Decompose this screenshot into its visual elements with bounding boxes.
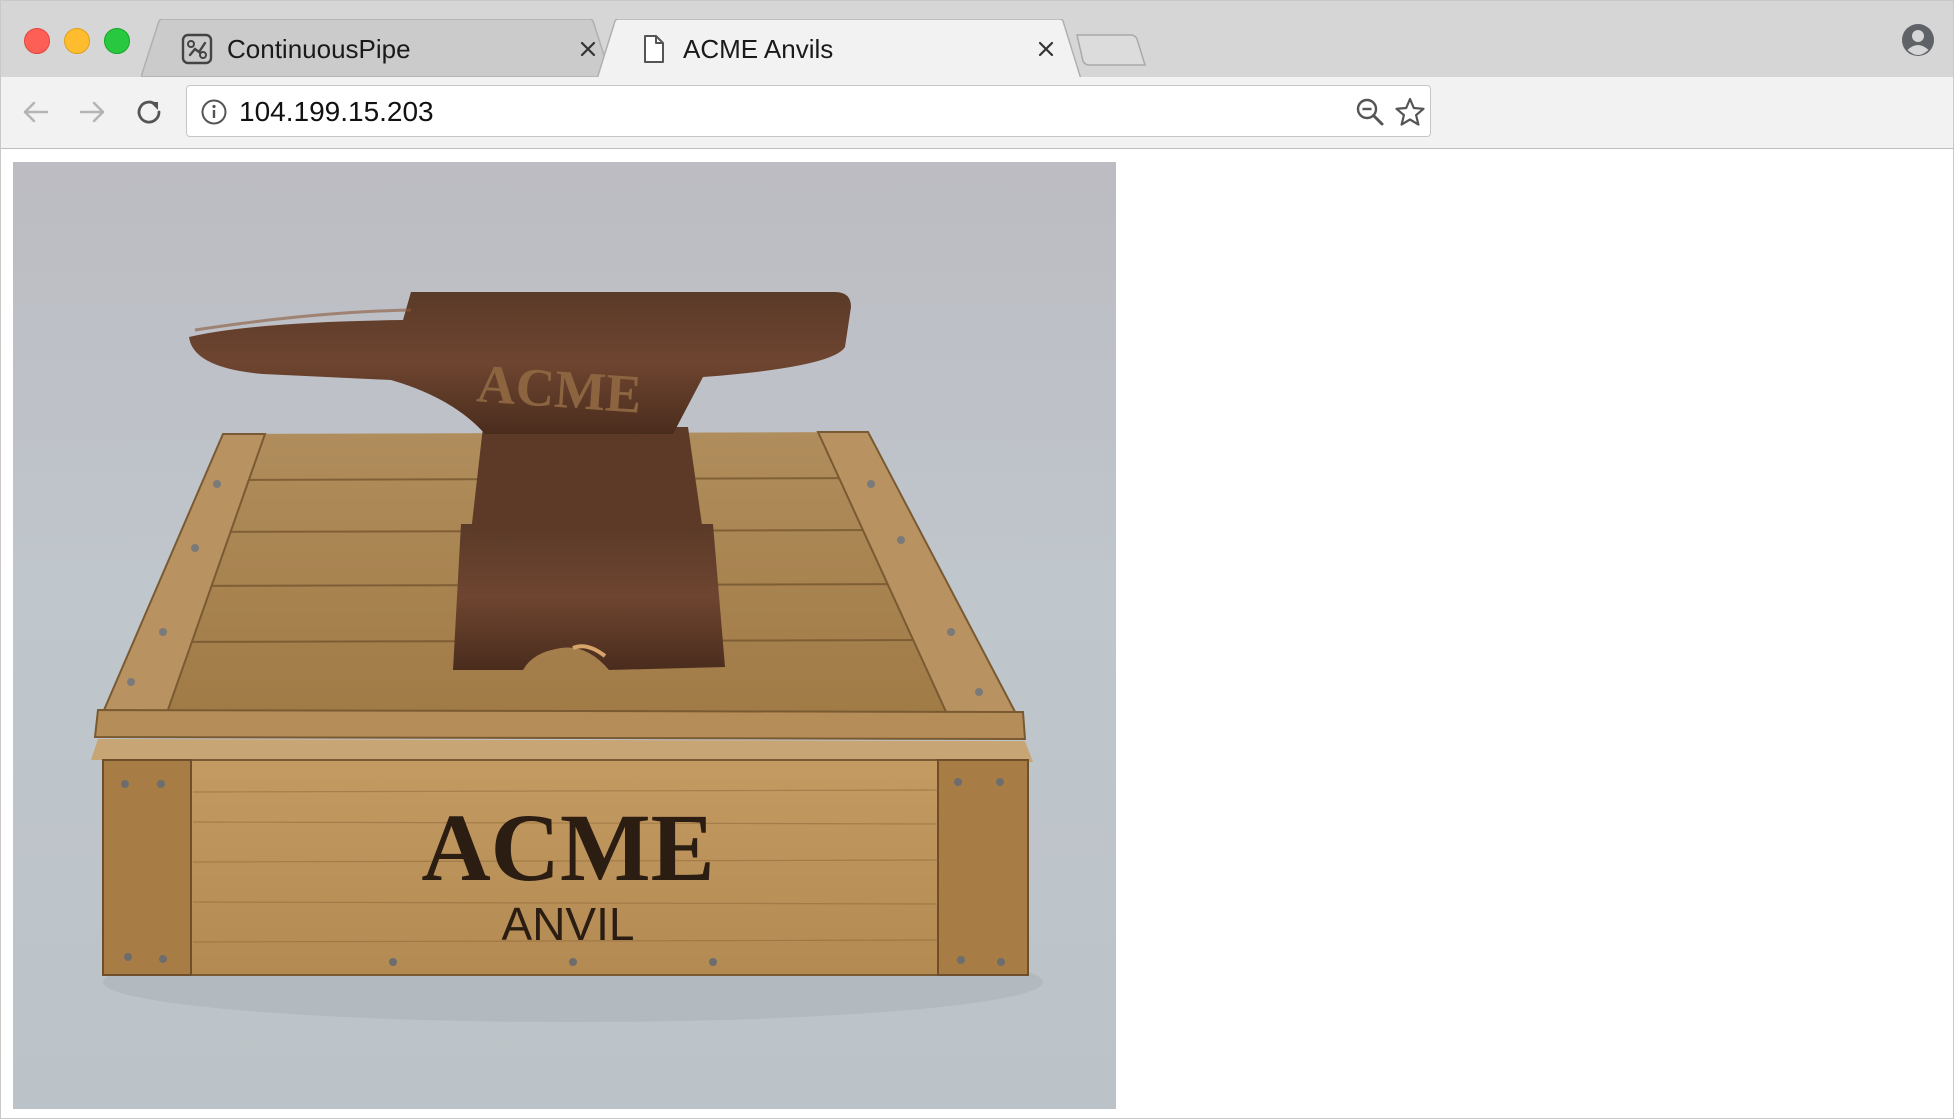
tab-close-icon[interactable] (577, 38, 599, 60)
tab-continuouspipe[interactable]: ContinuousPipe (141, 19, 611, 77)
forward-arrow-icon[interactable] (75, 95, 109, 129)
info-icon[interactable] (200, 98, 228, 126)
back-arrow-icon[interactable] (19, 95, 53, 129)
toolbar: 104.199.15.203 (1, 77, 1953, 149)
tab-title: ContinuousPipe (227, 34, 411, 64)
crate-anvil-text: ANVIL (502, 898, 635, 950)
url-text[interactable]: 104.199.15.203 (239, 96, 434, 128)
tab-strip: ContinuousPipe ACME Anvils (1, 1, 1953, 79)
acme-anvil-image: ACME ANVIL ACME (13, 162, 1116, 1109)
tab-acme-anvils[interactable]: ACME Anvils (597, 19, 1081, 79)
bookmark-star-icon[interactable] (1394, 96, 1426, 128)
tab-title: ACME Anvils (683, 34, 834, 64)
zoom-out-icon[interactable] (1355, 97, 1385, 127)
continuouspipe-logo-icon (181, 33, 213, 65)
crate-acme-text: ACME (421, 794, 714, 901)
browser-window: ContinuousPipe ACME Anvils 104.199.15.20… (0, 0, 1954, 1119)
new-tab-button[interactable] (1075, 33, 1147, 67)
window-close-button[interactable] (24, 28, 50, 54)
page-icon (644, 35, 664, 63)
anvil-acme-text: ACME (475, 353, 644, 424)
page-content: ACME ANVIL ACME (1, 149, 1953, 1118)
window-minimize-button[interactable] (64, 28, 90, 54)
address-bar[interactable]: 104.199.15.203 (186, 85, 1431, 137)
window-maximize-button[interactable] (104, 28, 130, 54)
profile-icon[interactable] (1901, 23, 1935, 57)
tab-close-icon[interactable] (1035, 38, 1057, 60)
reload-icon[interactable] (132, 95, 166, 129)
